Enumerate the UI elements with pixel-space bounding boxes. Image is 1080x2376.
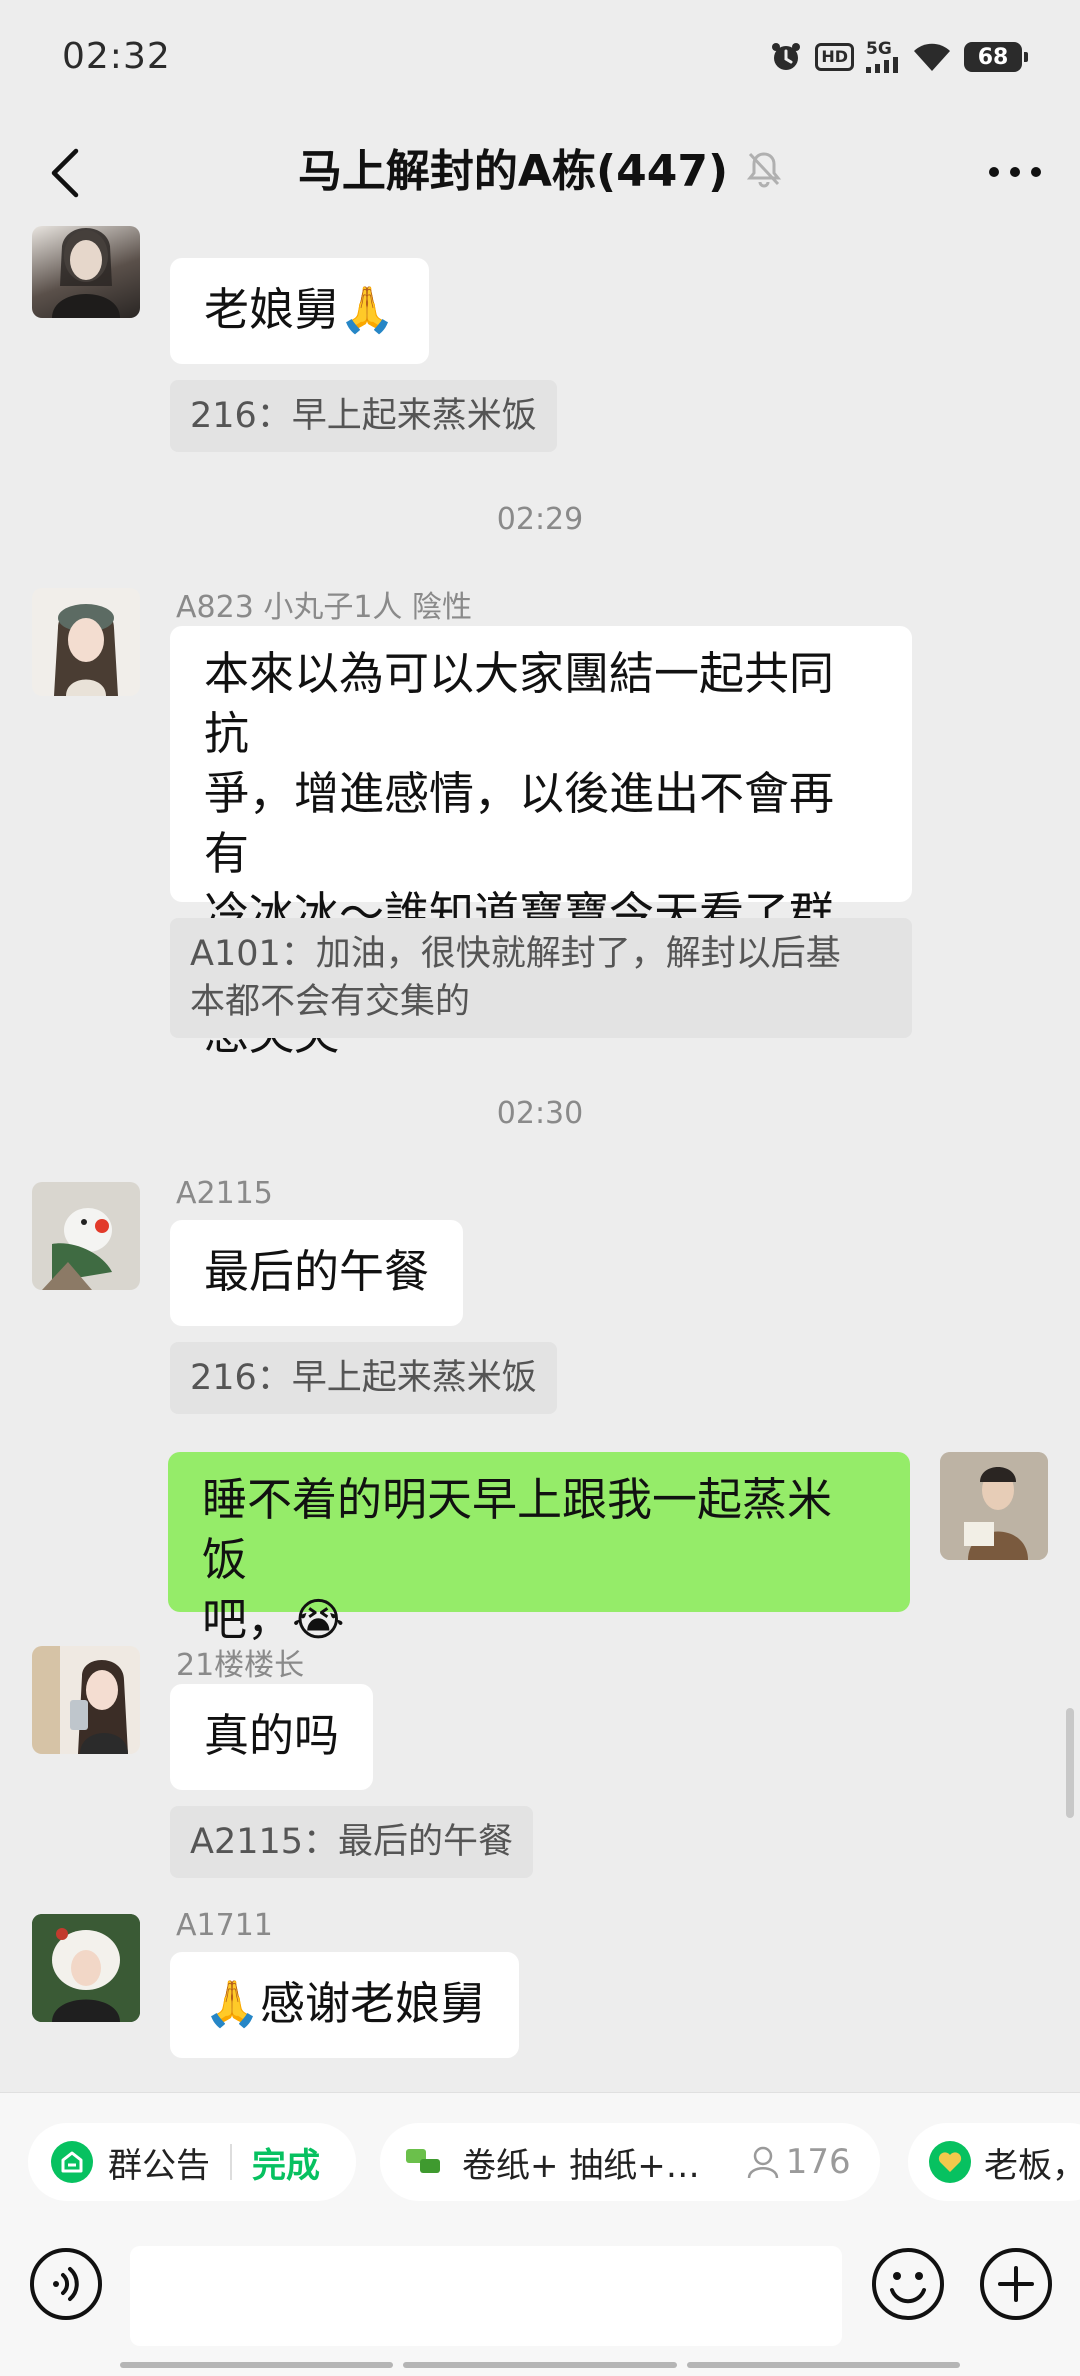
alarm-icon [769,40,803,74]
message-bubble[interactable]: 老娘舅🙏 [170,258,430,364]
more-functions-button[interactable] [978,2246,1054,2322]
timestamp: 02:30 [496,1096,584,1131]
mute-bell-icon [746,142,782,206]
avatar[interactable] [32,588,140,696]
quoted-reply[interactable]: A101：加油，很快就解封了，解封以后基 本都不会有交集的 [170,918,912,1038]
home-indicator-segment [403,2362,677,2368]
message-bubble[interactable]: 真的吗 [170,1684,374,1790]
quote-line: A101：加油，很快就解封了，解封以后基 [190,934,841,974]
sender-name: A2115 [176,1176,273,1211]
timestamp: 02:29 [496,502,584,537]
message-line: 爭，增進感情，以後進出不會再有 [204,767,835,880]
avatar[interactable] [32,226,140,318]
chat-title: 马上解封的A栋(447) [297,146,729,197]
message-bubble[interactable]: 最后的午餐 [170,1220,464,1326]
more-dots-icon [989,167,1041,177]
quoted-reply[interactable]: 216：早上起来蒸米饭 [170,380,557,452]
self-avatar[interactable] [940,1452,1048,1560]
status-bar: 02:32 HD 5G 68 [0,0,1080,120]
chat-bubbles-icon [406,2149,440,2173]
status-icons: HD 5G 68 [769,40,1028,74]
emoji-button[interactable] [870,2246,946,2322]
battery-icon: 68 [964,42,1028,72]
wifi-icon [912,41,952,73]
signal-icon: 5G [866,41,900,73]
message-bubble[interactable]: 本來以為可以大家團結一起共同抗 爭，增進感情，以後進出不會再有 冷冰冰～誰知道寶… [170,626,912,1060]
input-bar [0,2232,1080,2376]
quoted-reply[interactable]: A2115：最后的午餐 [170,1806,534,1878]
person-icon [747,2146,779,2179]
announcement-label: 群公告 [108,2145,210,2186]
hd-icon: HD [815,43,854,71]
group-item-chip[interactable]: 卷纸+ 抽纸+… 176 [380,2123,880,2201]
avatar[interactable] [32,1182,140,1290]
heart-icon [929,2141,971,2183]
group-quick-bar: 群公告 完成 卷纸+ 抽纸+… 176 老板， [0,2092,1080,2232]
chat-title-row: 马上解封的A栋(447) [0,140,1080,206]
avatar[interactable] [32,1914,140,2022]
announcement-chip[interactable]: 群公告 完成 [28,2123,356,2201]
message-bubble[interactable]: 🙏感谢老娘舅 [170,1952,520,2058]
message-line: 睡不着的明天早上跟我一起蒸米饭 [202,1473,833,1586]
member-count: 176 [785,2142,851,2182]
scrollbar-thumb[interactable] [1066,1708,1074,1818]
title-bar: 马上解封的A栋(447) [0,120,1080,230]
announcement-icon [51,2141,93,2183]
avatar[interactable] [32,1646,140,1754]
boss-chip[interactable]: 老板， [908,2123,1080,2201]
chip-divider [230,2144,232,2180]
group-item-label: 卷纸+ 抽纸+… [462,2145,700,2186]
home-indicator[interactable] [120,2362,960,2368]
quote-line: 本都不会有交集的 [190,982,471,1022]
plus-icon [980,2248,1052,2320]
home-indicator-segment [686,2362,960,2368]
done-label[interactable]: 完成 [252,2138,320,2187]
message-input[interactable] [130,2246,842,2346]
emoji-icon [872,2248,944,2320]
status-time: 02:32 [62,36,171,77]
voice-button[interactable] [28,2246,104,2322]
more-options-button[interactable] [980,142,1050,202]
message-bubble-self[interactable]: 睡不着的明天早上跟我一起蒸米饭 吧，😭 [168,1452,910,1646]
sender-name: 21楼楼长 [176,1648,305,1683]
home-indicator-segment [120,2362,394,2368]
voice-icon [30,2248,102,2320]
sender-name: A1711 [176,1908,273,1943]
network-type-label: 5G [866,39,892,59]
sender-name: A823 小丸子1人 陰性 [176,590,472,625]
quoted-reply[interactable]: 216：早上起来蒸米饭 [170,1342,557,1414]
message-list[interactable]: 老娘舅🙏 216：早上起来蒸米饭 02:29 A823 小丸子1人 陰性 本來以… [0,226,1080,2092]
message-line: 本來以為可以大家團結一起共同抗 [204,647,835,760]
boss-label: 老板， [984,2145,1080,2186]
